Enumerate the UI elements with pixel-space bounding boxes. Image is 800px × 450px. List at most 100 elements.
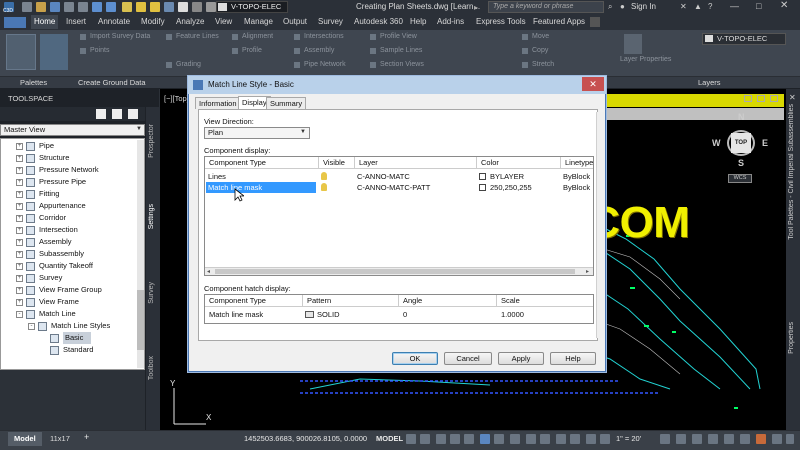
row-mask-color[interactable]: 250,250,255 <box>488 182 532 193</box>
add-layout-icon[interactable]: + <box>84 432 89 442</box>
viewcube[interactable]: TOP N S E W WCS <box>712 108 768 188</box>
grid-icon[interactable] <box>406 434 416 444</box>
hcol-component-type[interactable]: Component Type <box>205 295 303 307</box>
expand-icon[interactable]: + <box>16 250 23 258</box>
tab-add-ins[interactable]: Add-ins <box>434 15 467 29</box>
hcol-angle[interactable]: Angle <box>399 295 497 307</box>
pipe-network-button[interactable]: Pipe Network <box>304 61 346 68</box>
tree-item[interactable]: + Fitting <box>16 188 136 200</box>
polar-icon[interactable] <box>450 434 460 444</box>
profile-button[interactable]: Profile <box>242 47 262 54</box>
hrow-scale[interactable]: 1.0000 <box>499 309 524 320</box>
component-hatch-table[interactable]: Component Type Pattern Angle Scale Match… <box>204 294 594 324</box>
close-window-icon[interactable]: ✕ <box>780 0 788 11</box>
layer-sun2-icon[interactable] <box>150 2 160 12</box>
print-icon[interactable] <box>78 2 88 12</box>
toolspace-icon[interactable] <box>40 34 68 70</box>
toolspace-view-select[interactable]: Master View <box>0 124 145 136</box>
feature-lines-button[interactable]: Feature Lines <box>176 33 219 40</box>
layer-match-icon[interactable] <box>192 2 202 12</box>
row-lines-type[interactable]: Lines <box>206 171 316 182</box>
col-color[interactable]: Color <box>477 157 561 169</box>
isodraft-icon[interactable] <box>464 434 474 444</box>
stretch-button[interactable]: Stretch <box>532 61 554 68</box>
layout-tab-model[interactable]: Model <box>8 432 42 446</box>
cancel-button[interactable]: Cancel <box>444 352 492 365</box>
hardware-acceleration-icon[interactable] <box>756 434 766 444</box>
tree-item[interactable]: Basic <box>40 332 136 344</box>
tree-item[interactable]: - Match Line <box>16 308 136 320</box>
tree-item[interactable]: + Structure <box>16 152 136 164</box>
tool-palettes-icon[interactable] <box>6 34 36 70</box>
copy-button[interactable]: Copy <box>532 47 548 54</box>
dialog-close-button[interactable]: ✕ <box>582 77 604 91</box>
hcol-scale[interactable]: Scale <box>497 295 593 307</box>
ribbon-toggle-icon[interactable] <box>590 17 600 27</box>
tab-insert[interactable]: Insert <box>63 15 89 29</box>
search-icon[interactable]: ⌕ <box>608 2 612 12</box>
tree-item[interactable]: + Survey <box>16 272 136 284</box>
tree-item[interactable]: Standard <box>40 344 136 356</box>
expand-icon[interactable]: + <box>16 238 23 246</box>
tree-item[interactable]: + Pressure Network <box>16 164 136 176</box>
tab-manage[interactable]: Manage <box>241 15 276 29</box>
layer-lock-icon[interactable] <box>164 2 174 12</box>
sign-in-link[interactable]: Sign In <box>631 2 656 11</box>
tab-survey-panel[interactable]: Survey <box>148 282 155 304</box>
collapse-icon[interactable]: - <box>28 322 35 330</box>
dialog-tab-summary[interactable]: Summary <box>266 97 307 109</box>
help-icon[interactable]: ? <box>708 2 712 11</box>
expand-icon[interactable]: + <box>16 142 23 150</box>
tab-modify[interactable]: Modify <box>138 15 168 29</box>
annotation-scale-select[interactable]: 1" = 20' <box>616 434 641 443</box>
toolspace-tool2-icon[interactable] <box>112 109 122 119</box>
col-visible[interactable]: Visible <box>319 157 355 169</box>
save-as-icon[interactable] <box>64 2 74 12</box>
expand-icon[interactable]: + <box>16 178 23 186</box>
expand-icon[interactable]: + <box>16 166 23 174</box>
expand-icon[interactable]: + <box>16 274 23 282</box>
row-mask-layer[interactable]: C-ANNO-MATC-PATT <box>355 182 430 193</box>
expand-icon[interactable]: + <box>16 226 23 234</box>
3d-osnap-icon[interactable] <box>556 434 566 444</box>
col-layer[interactable]: Layer <box>355 157 477 169</box>
annotation-monitor-icon[interactable] <box>676 434 686 444</box>
lock-ui-icon[interactable] <box>724 434 734 444</box>
minimize-icon[interactable]: — <box>730 1 739 11</box>
import-survey-data-button[interactable]: Import Survey Data <box>90 33 150 40</box>
expand-icon[interactable]: + <box>16 286 23 294</box>
selection-cycling-icon[interactable] <box>540 434 550 444</box>
assembly-button[interactable]: Assembly <box>304 47 334 54</box>
expand-icon[interactable]: + <box>16 214 23 222</box>
apply-button[interactable]: Apply <box>498 352 544 365</box>
tree-item[interactable]: - Match Line Styles <box>28 320 136 332</box>
dialog-tab-information[interactable]: Information <box>195 97 241 109</box>
tree-item[interactable]: + Pipe <box>16 140 136 152</box>
search-scope-icon[interactable]: ▸ <box>474 3 478 12</box>
color-swatch-icon[interactable] <box>479 184 486 191</box>
grading-button[interactable]: Grading <box>176 61 201 68</box>
layer-combo[interactable]: V-TOPO-ELEC <box>702 33 786 45</box>
dynamic-ucs-icon[interactable] <box>570 434 580 444</box>
tree-item[interactable]: + Appurtenance <box>16 200 136 212</box>
expand-icon[interactable]: + <box>16 298 23 306</box>
stay-connected-icon[interactable]: ▲ <box>694 2 702 11</box>
exchange-icon[interactable]: ✕ <box>680 2 687 11</box>
component-display-table[interactable]: Component Type Visible Layer Color Linet… <box>204 156 594 276</box>
tree-item[interactable]: + Pressure Pipe <box>16 176 136 188</box>
layer-bulb-icon[interactable] <box>122 2 132 12</box>
model-space-toggle[interactable]: MODEL <box>376 434 403 443</box>
alignment-button[interactable]: Alignment <box>242 33 273 40</box>
toolspace-tool-icon[interactable] <box>96 109 106 119</box>
units-icon[interactable] <box>692 434 702 444</box>
viewcube-top-face[interactable]: TOP <box>731 133 751 153</box>
panel-title-create-ground-data[interactable]: Create Ground Data <box>78 78 146 87</box>
dialog-scrollbar[interactable] <box>596 112 604 338</box>
intersections-button[interactable]: Intersections <box>304 33 344 40</box>
row-lines-linetype[interactable]: ByBlock <box>561 171 590 182</box>
tree-scrollbar-thumb[interactable] <box>137 290 144 350</box>
move-button[interactable]: Move <box>532 33 549 40</box>
row-lines-color[interactable]: BYLAYER <box>488 171 524 182</box>
help-button[interactable]: Help <box>550 352 596 365</box>
object-snap-icon[interactable] <box>494 434 504 444</box>
